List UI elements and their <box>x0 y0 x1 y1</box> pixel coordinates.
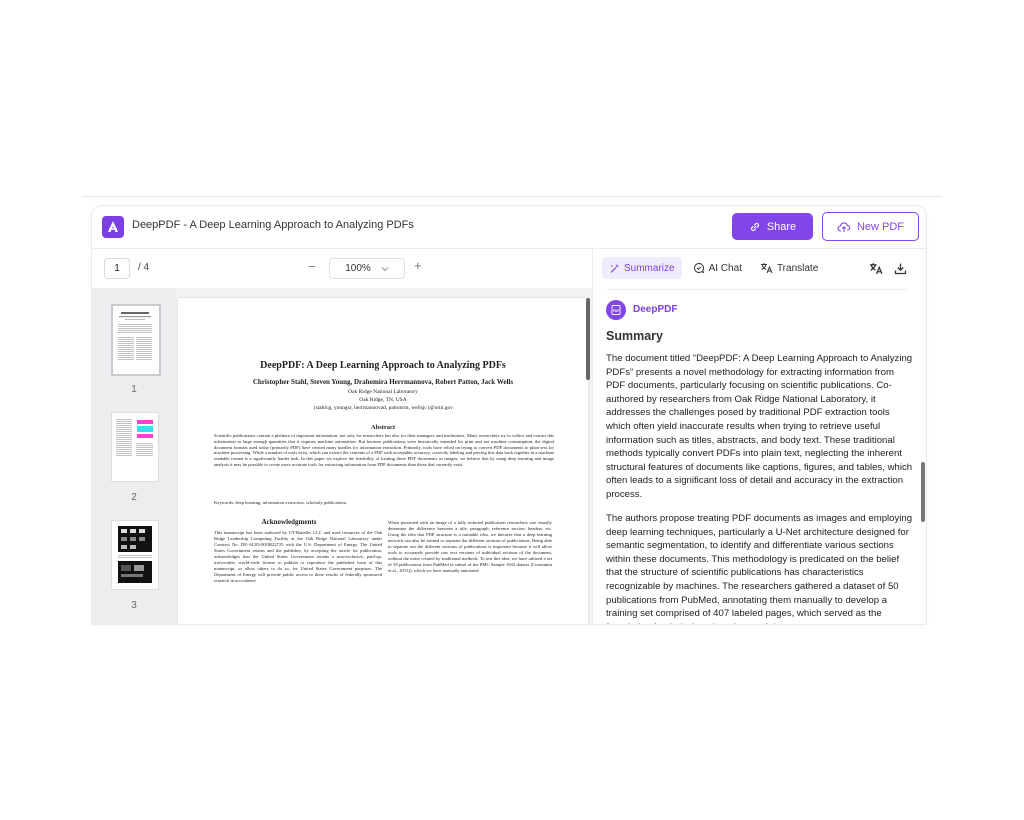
tab-ai-chat[interactable]: AI Chat <box>686 257 749 279</box>
download-button[interactable] <box>892 260 908 276</box>
share-button[interactable]: Share <box>732 213 813 240</box>
thumbnail-number-2: 2 <box>131 492 137 503</box>
page-number-input[interactable]: 1 <box>104 258 130 279</box>
pdf-logo-icon <box>102 216 124 238</box>
brand-name: DeepPDF <box>633 304 678 315</box>
thumbnail-page-2[interactable] <box>111 412 159 482</box>
viewer-body: 1 2 3 DeepPDF: A Deep Learning Approach … <box>92 288 592 624</box>
panel-divider <box>592 249 593 624</box>
pdf-page: DeepPDF: A Deep Learning Approach to Ana… <box>178 298 588 624</box>
sparkle-wand-icon <box>610 263 619 273</box>
translate-icon <box>760 263 773 274</box>
thumbnail-page-1[interactable] <box>111 304 161 376</box>
top-divider <box>82 196 942 197</box>
tab-summarize[interactable]: Summarize <box>602 257 682 279</box>
chat-bubble-icon <box>693 262 704 274</box>
thumbnail-number-3: 3 <box>131 600 137 611</box>
deeppdf-avatar-icon: PDF <box>606 300 626 320</box>
paper-location: Oak Ridge, TN, USA <box>359 397 407 403</box>
viewer-toolbar: 1 / 4 − 100% + <box>92 249 592 287</box>
translate-tool-button[interactable] <box>868 260 884 276</box>
thumbnail-page-3[interactable] <box>111 520 159 590</box>
translate-icon <box>870 262 883 274</box>
zoom-in-button[interactable]: + <box>414 258 422 273</box>
tab-translate-label: Translate <box>776 262 819 274</box>
app-header: DeepPDF - A Deep Learning Approach to An… <box>92 206 926 249</box>
zoom-select[interactable]: 100% <box>329 258 405 279</box>
page-total: / 4 <box>138 262 150 273</box>
new-pdf-label: New PDF <box>856 220 905 233</box>
paper-affiliation: Oak Ridge National Laboratory <box>348 389 418 395</box>
paper-title: DeepPDF: A Deep Learning Approach to Ana… <box>260 360 506 371</box>
viewer-scrollbar[interactable] <box>586 298 590 380</box>
panel-scrollbar[interactable] <box>921 462 925 522</box>
chevron-down-icon <box>381 266 389 271</box>
paper-column-left: This manuscript has been authored by UT-… <box>214 530 382 583</box>
paper-keywords: Keywords: deep learning, information ext… <box>214 500 347 505</box>
zoom-out-button[interactable]: − <box>308 259 316 274</box>
panel-separator <box>607 289 907 290</box>
panel-tabs: Summarize AI Chat Translate <box>602 257 825 279</box>
cloud-upload-icon <box>837 221 851 232</box>
tab-translate[interactable]: Translate <box>753 257 825 279</box>
link-icon <box>750 222 759 231</box>
zoom-value: 100% <box>345 263 371 274</box>
tab-ai-chat-label: AI Chat <box>708 262 742 274</box>
document-title: DeepPDF - A Deep Learning Approach to An… <box>132 219 414 231</box>
svg-text:PDF: PDF <box>613 309 619 313</box>
summary-paragraph-2: The authors propose treating PDF documen… <box>606 513 913 624</box>
summary-paragraph-1: The document titled “DeepPDF: A Deep Lea… <box>606 353 913 500</box>
new-pdf-button[interactable]: New PDF <box>822 212 919 241</box>
tab-summarize-label: Summarize <box>624 262 675 274</box>
share-label: Share <box>766 220 797 233</box>
app-window: DeepPDF - A Deep Learning Approach to An… <box>92 206 926 624</box>
thumbnail-sidebar: 1 2 3 <box>92 288 176 624</box>
acknowledgments-heading: Acknowledgments <box>261 518 317 526</box>
abstract-text: Scientific publications contain a pletho… <box>214 433 554 467</box>
paper-authors: Christopher Stahl, Steven Young, Drahomi… <box>252 378 514 386</box>
paper-column-right: When presented with an image of a fully … <box>388 520 552 573</box>
abstract-heading: Abstract <box>370 424 396 431</box>
paper-emails: {stahlcg, youngsr, herrmannovad, pattonr… <box>312 405 454 411</box>
summary-heading: Summary <box>606 329 663 343</box>
download-icon <box>894 263 906 274</box>
thumbnail-number-1: 1 <box>131 384 137 395</box>
